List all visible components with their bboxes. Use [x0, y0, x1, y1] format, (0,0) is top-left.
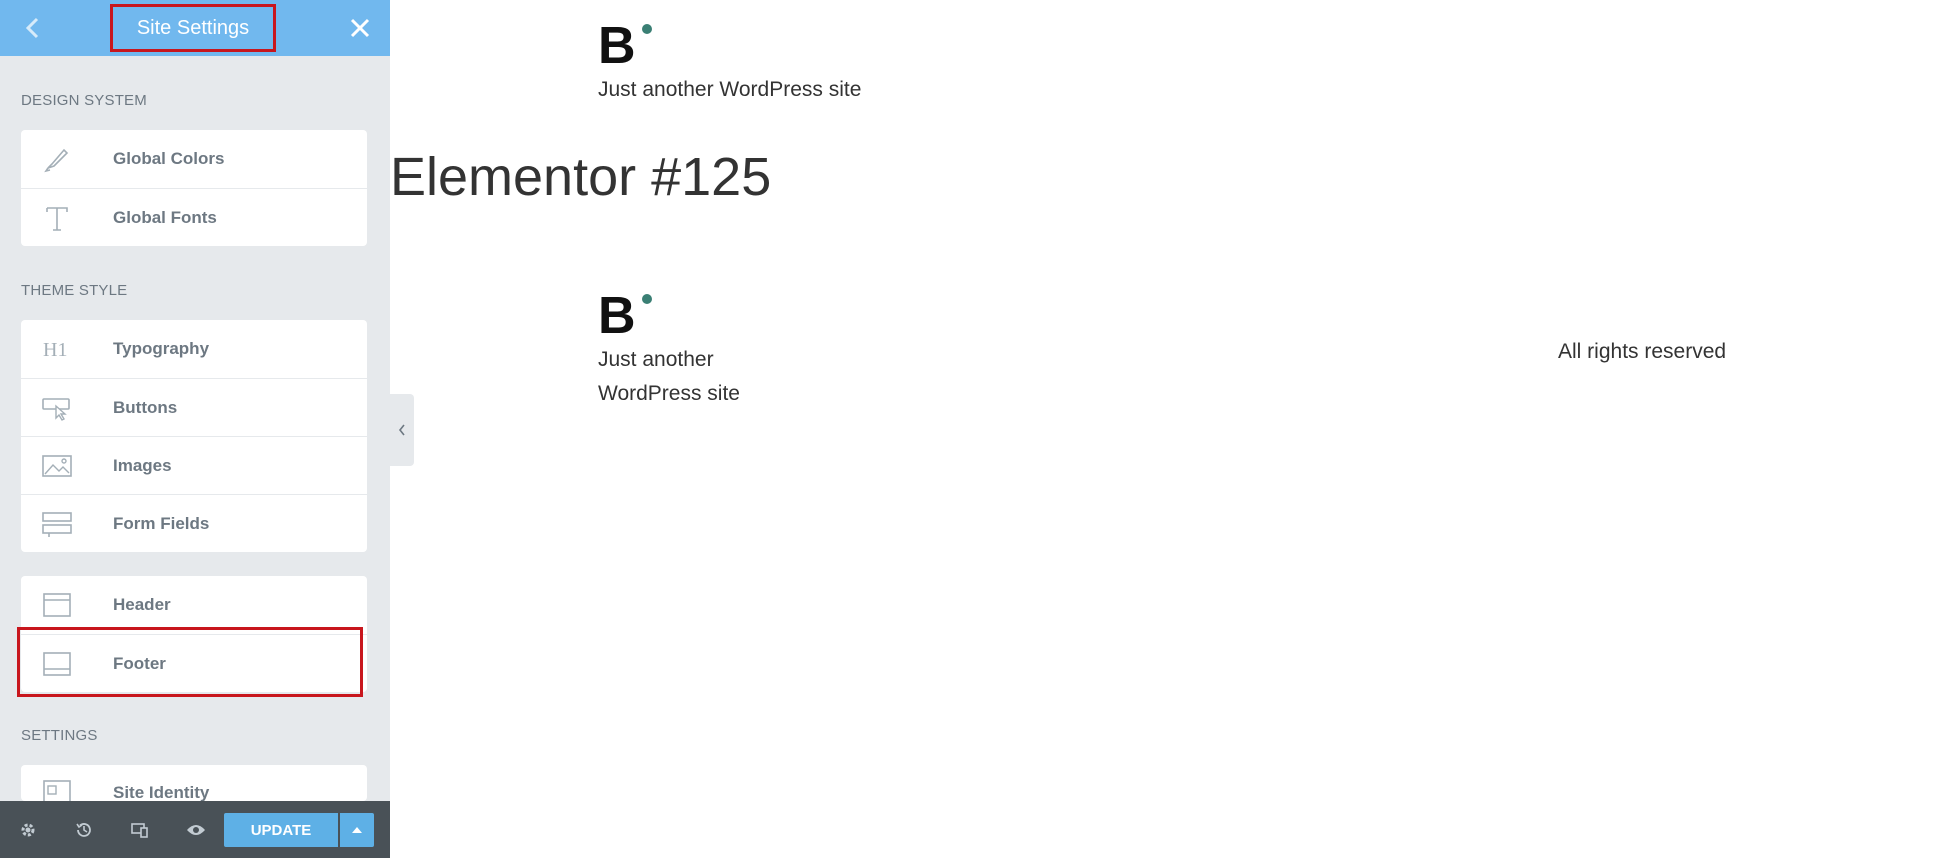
chevron-left-icon — [398, 424, 405, 436]
menu-item-buttons[interactable]: Buttons — [21, 378, 367, 436]
menu-item-label: Footer — [113, 653, 166, 673]
site-settings-panel: Site Settings DESIGN SYSTEM Global Color… — [0, 0, 390, 858]
history-icon — [76, 822, 91, 837]
site-identity-icon — [43, 780, 71, 801]
history-button[interactable] — [56, 801, 112, 858]
text-t-icon — [46, 206, 68, 231]
panel-title: Site Settings — [110, 4, 276, 52]
panel-header: Site Settings — [0, 0, 390, 56]
chevron-left-icon — [25, 17, 39, 39]
menu-item-label: Typography — [113, 339, 210, 358]
theme-style-card: H1 Typography Buttons Images Form Fields — [21, 320, 367, 552]
menu-item-global-fonts[interactable]: Global Fonts — [21, 188, 367, 246]
image-icon — [42, 454, 72, 477]
responsive-mode-button[interactable] — [112, 801, 168, 858]
preview-button[interactable] — [168, 801, 224, 858]
menu-item-label: Site Identity — [113, 783, 210, 801]
close-icon — [350, 18, 370, 38]
menu-item-label: Images — [113, 455, 172, 475]
menu-item-images[interactable]: Images — [21, 436, 367, 494]
back-button[interactable] — [12, 8, 52, 48]
menu-item-label: Header — [113, 595, 171, 614]
form-field-icon — [42, 511, 72, 537]
header-tagline: Just another WordPress site — [598, 78, 862, 101]
layout-card: Header Footer — [21, 576, 367, 692]
section-title-settings: SETTINGS — [21, 727, 98, 744]
brush-icon — [44, 148, 69, 173]
menu-item-header[interactable]: Header — [21, 576, 367, 634]
menu-item-form-fields[interactable]: Form Fields — [21, 494, 367, 552]
section-title-design-system: DESIGN SYSTEM — [21, 92, 147, 109]
menu-item-label: Global Colors — [113, 149, 225, 168]
footer-layout-icon — [43, 651, 71, 676]
button-cursor-icon — [42, 397, 70, 421]
panel-footer-toolbar: UPDATE — [0, 801, 390, 858]
update-options-button[interactable] — [340, 813, 374, 847]
menu-item-site-identity[interactable]: Site Identity — [21, 765, 367, 801]
menu-item-label: Buttons — [113, 397, 178, 417]
menu-item-label: Form Fields — [113, 513, 210, 533]
settings-button[interactable] — [0, 801, 56, 858]
menu-item-footer[interactable]: Footer — [21, 634, 367, 692]
gear-icon — [21, 823, 35, 836]
svg-text:H1: H1 — [43, 339, 67, 361]
settings-card: Site Identity — [21, 765, 367, 801]
copyright-text: All rights reserved — [1558, 340, 1727, 363]
menu-item-label: Global Fonts — [113, 207, 217, 227]
responsive-icon — [131, 822, 148, 838]
section-title-theme-style: THEME STYLE — [21, 282, 128, 299]
menu-item-typography[interactable]: H1 Typography — [21, 320, 367, 378]
footer-logo-dot — [642, 294, 652, 304]
page-title: Elementor #125 — [390, 147, 772, 207]
eye-icon — [187, 824, 205, 835]
footer-tagline-line1: Just another — [598, 348, 714, 371]
header-layout-icon — [43, 593, 71, 617]
footer-logo[interactable]: B — [598, 290, 636, 342]
caret-up-icon — [352, 827, 362, 833]
footer-tagline-line2: WordPress site — [598, 382, 740, 405]
update-button[interactable]: UPDATE — [224, 813, 338, 847]
heading-h1-icon: H1 — [43, 339, 67, 361]
design-system-card: Global Colors Global Fonts — [21, 130, 367, 246]
menu-item-global-colors[interactable]: Global Colors — [21, 130, 367, 188]
collapse-panel-button[interactable] — [390, 394, 414, 466]
close-button[interactable] — [340, 8, 380, 48]
site-logo[interactable]: B — [598, 20, 636, 72]
logo-dot — [642, 24, 652, 34]
